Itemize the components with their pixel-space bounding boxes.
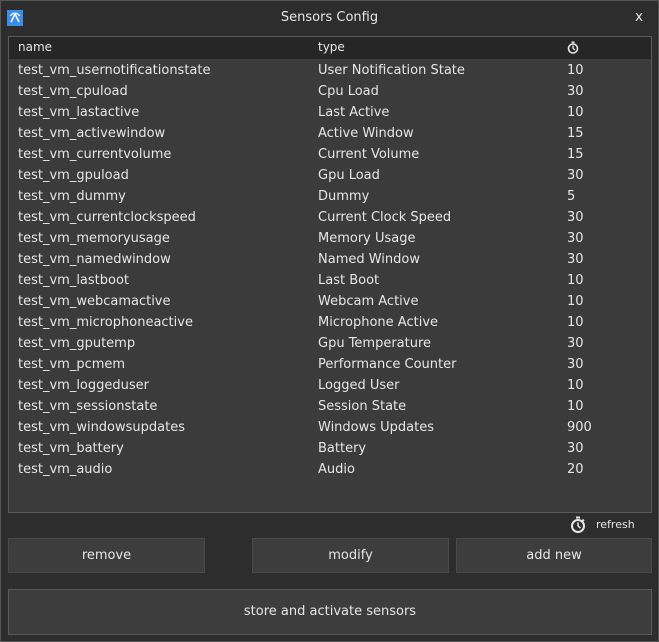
- refresh-label: refresh: [596, 518, 635, 531]
- table-header: name type: [9, 37, 651, 59]
- sensor-name-cell: test_vm_activewindow: [18, 126, 166, 141]
- stopwatch-icon: [571, 516, 585, 533]
- column-header-name[interactable]: name: [18, 40, 52, 54]
- table-row[interactable]: test_vm_sessionstate Session State 10: [9, 397, 651, 418]
- sensor-type-cell: Dummy: [318, 189, 370, 204]
- sensor-type-cell: Cpu Load: [318, 84, 379, 99]
- sensor-interval-cell: 30: [567, 210, 584, 225]
- window-title: Sensors Config: [280, 10, 379, 25]
- sensor-type-cell: Last Boot: [318, 273, 380, 288]
- table-row[interactable]: test_vm_memoryusage Memory Usage 30: [9, 229, 651, 250]
- sensor-type-cell: Gpu Load: [318, 168, 380, 183]
- sensor-interval-cell: 30: [567, 168, 584, 183]
- sensor-interval-cell: 20: [567, 462, 584, 477]
- table-row[interactable]: test_vm_namedwindow Named Window 30: [9, 250, 651, 271]
- table-row[interactable]: test_vm_usernotificationstate User Notifi…: [9, 61, 651, 82]
- sensor-name-cell: test_vm_sessionstate: [18, 399, 158, 414]
- modify-button[interactable]: modify: [252, 538, 449, 573]
- table-row[interactable]: test_vm_windowsupdates Windows Updates 900: [9, 418, 651, 439]
- table-row[interactable]: test_vm_gpuload Gpu Load 30: [9, 166, 651, 187]
- sensor-type-cell: Current Volume: [318, 147, 420, 162]
- sensor-type-cell: Session State: [318, 399, 407, 414]
- sensor-name-cell: test_vm_currentvolume: [18, 147, 172, 162]
- sensor-name-cell: test_vm_usernotificationstate: [18, 63, 211, 78]
- sensor-name-cell: test_vm_audio: [18, 462, 113, 477]
- sensor-type-cell: Memory Usage: [318, 231, 416, 246]
- table-row[interactable]: test_vm_battery Battery 30: [9, 439, 651, 460]
- sensor-name-cell: test_vm_battery: [18, 441, 124, 456]
- sensor-type-cell: Active Window: [318, 126, 414, 141]
- sensor-interval-cell: 30: [567, 84, 584, 99]
- sensor-name-cell: test_vm_cpuload: [18, 84, 128, 99]
- sensor-interval-cell: 900: [567, 420, 592, 435]
- sensor-type-cell: Current Clock Speed: [318, 210, 452, 225]
- table-row[interactable]: test_vm_gputemp Gpu Temperature 30: [9, 334, 651, 355]
- sensor-interval-cell: 15: [567, 147, 584, 162]
- sensor-interval-cell: 10: [567, 294, 584, 309]
- sensor-interval-cell: 10: [567, 105, 584, 120]
- sensors-table: name type test_vm_usernotificationstate U…: [8, 36, 652, 513]
- sensor-name-cell: test_vm_currentclockspeed: [18, 210, 196, 225]
- sensor-name-cell: test_vm_gputemp: [18, 336, 136, 351]
- table-row[interactable]: test_vm_currentvolume Current Volume 15: [9, 145, 651, 166]
- sensor-name-cell: test_vm_lastboot: [18, 273, 130, 288]
- titlebar: Sensors Config x: [1, 1, 658, 34]
- sensor-type-cell: Named Window: [318, 252, 420, 267]
- table-row[interactable]: test_vm_lastactive Last Active 10: [9, 103, 651, 124]
- table-row[interactable]: test_vm_loggeduser Logged User 10: [9, 376, 651, 397]
- table-row[interactable]: test_vm_lastboot Last Boot 10: [9, 271, 651, 292]
- table-row[interactable]: test_vm_activewindow Active Window 15: [9, 124, 651, 145]
- sensor-interval-cell: 5: [567, 189, 576, 204]
- sensor-interval-cell: 30: [567, 357, 584, 372]
- sensor-type-cell: Microphone Active: [318, 315, 439, 330]
- sensor-interval-cell: 10: [567, 315, 584, 330]
- sensor-name-cell: test_vm_gpuload: [18, 168, 129, 183]
- sensor-name-cell: test_vm_windowsupdates: [18, 420, 185, 435]
- table-row[interactable]: test_vm_cpuload Cpu Load 30: [9, 82, 651, 103]
- table-row[interactable]: test_vm_audio Audio 20: [9, 460, 651, 481]
- remove-button[interactable]: remove: [8, 538, 205, 573]
- sensor-type-cell: Gpu Temperature: [318, 336, 432, 351]
- column-header-type[interactable]: type: [318, 40, 345, 54]
- sensor-interval-cell: 15: [567, 126, 584, 141]
- sensor-type-cell: Webcam Active: [318, 294, 419, 309]
- table-row[interactable]: test_vm_webcamactive Webcam Active 10: [9, 292, 651, 313]
- sensor-interval-cell: 10: [567, 63, 584, 78]
- sensor-type-cell: Battery: [318, 441, 367, 456]
- close-button[interactable]: x: [632, 9, 646, 25]
- store-and-activate-button[interactable]: store and activate sensors: [8, 589, 652, 635]
- sensor-interval-cell: 10: [567, 399, 584, 414]
- table-row[interactable]: test_vm_dummy Dummy 5: [9, 187, 651, 208]
- sensor-name-cell: test_vm_pcmem: [18, 357, 126, 372]
- sensor-interval-cell: 30: [567, 252, 584, 267]
- table-body: test_vm_usernotificationstate User Notifi…: [9, 61, 651, 481]
- sensor-interval-cell: 30: [567, 336, 584, 351]
- sensor-interval-cell: 30: [567, 231, 584, 246]
- sensor-type-cell: User Notification State: [318, 63, 465, 78]
- table-row[interactable]: test_vm_pcmem Performance Counter 30: [9, 355, 651, 376]
- table-row[interactable]: test_vm_microphoneactive Microphone Activ…: [9, 313, 651, 334]
- sensor-interval-cell: 30: [567, 441, 584, 456]
- sensor-type-cell: Last Active: [318, 105, 390, 120]
- sensor-name-cell: test_vm_namedwindow: [18, 252, 171, 267]
- sensor-name-cell: test_vm_lastactive: [18, 105, 140, 120]
- add-new-button[interactable]: add new: [456, 538, 652, 573]
- sensor-interval-cell: 10: [567, 378, 584, 393]
- sensor-name-cell: test_vm_microphoneactive: [18, 315, 193, 330]
- sensor-interval-cell: 10: [567, 273, 584, 288]
- sensor-type-cell: Performance Counter: [318, 357, 457, 372]
- table-row[interactable]: test_vm_currentclockspeed Current Clock S…: [9, 208, 651, 229]
- column-header-interval[interactable]: [567, 41, 579, 57]
- sensor-name-cell: test_vm_webcamactive: [18, 294, 171, 309]
- sensor-type-cell: Logged User: [318, 378, 400, 393]
- sensors-config-window: Sensors Config x name type test_vm_usern…: [0, 0, 659, 642]
- sensor-name-cell: test_vm_dummy: [18, 189, 126, 204]
- sensor-type-cell: Audio: [318, 462, 355, 477]
- stopwatch-icon: [567, 41, 579, 54]
- sensor-name-cell: test_vm_memoryusage: [18, 231, 170, 246]
- sensor-name-cell: test_vm_loggeduser: [18, 378, 149, 393]
- sensor-type-cell: Windows Updates: [318, 420, 435, 435]
